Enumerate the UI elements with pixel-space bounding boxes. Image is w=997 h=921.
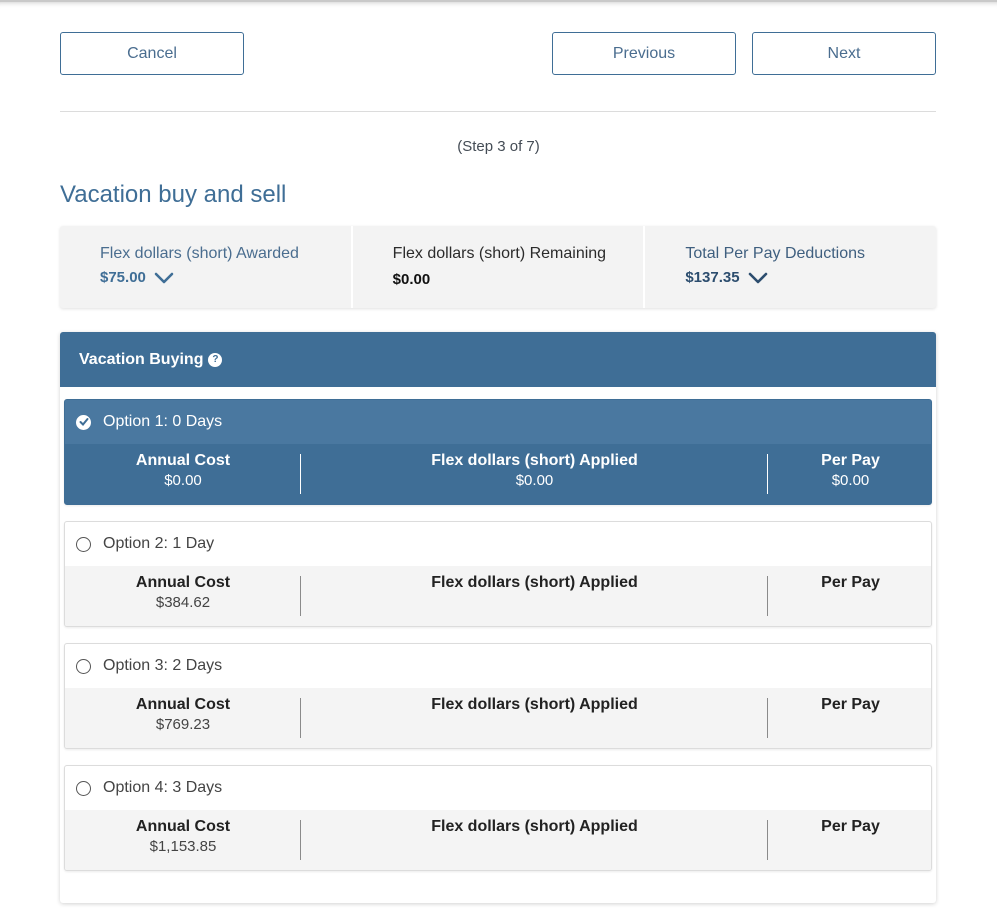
divider [60, 111, 936, 112]
flex-applied-cell: Flex dollars (short) Applied [301, 818, 768, 838]
summary-remaining: Flex dollars (short) Remaining $0.00 [353, 226, 646, 308]
panel-title: Vacation Buying [79, 350, 204, 368]
option-header[interactable]: Option 3: 2 Days [65, 644, 931, 688]
step-indicator: (Step 3 of 7) [457, 138, 540, 155]
flex-applied-header: Flex dollars (short) Applied [431, 452, 638, 469]
flex-applied-value: $0.00 [515, 472, 554, 489]
annual-cost-cell: Annual Cost $384.62 [65, 574, 301, 611]
wizard-nav: Cancel Previous Next [60, 32, 936, 76]
annual-cost-header: Annual Cost [135, 452, 231, 469]
option-label: Option 2: 1 Day [103, 535, 215, 552]
panel-header: Vacation Buying ? [60, 332, 936, 387]
cancel-button[interactable]: Cancel [60, 32, 244, 75]
per-pay-value: $0.00 [831, 472, 870, 489]
option-details: Annual Cost $384.62 Flex dollars (short)… [65, 566, 931, 626]
option-card[interactable]: Option 3: 2 Days Annual Cost $769.23 Fle… [64, 643, 932, 749]
radio-unchecked-icon[interactable] [76, 780, 91, 796]
awarded-value-toggle[interactable]: $75.00 [100, 269, 174, 286]
awarded-value: $75.00 [100, 269, 146, 286]
per-pay-cell: Per Pay [768, 696, 931, 716]
summary-bar: Flex dollars (short) Awarded $75.00 Flex… [60, 226, 936, 308]
remaining-label: Flex dollars (short) Remaining [392, 245, 607, 262]
annual-cost-header: Annual Cost [135, 696, 231, 713]
flex-applied-header: Flex dollars (short) Applied [431, 696, 638, 713]
radio-unchecked-icon[interactable] [76, 658, 91, 674]
option-card[interactable]: Option 1: 0 Days Annual Cost $0.00 Flex … [64, 399, 932, 505]
chevron-down-icon[interactable] [154, 271, 174, 285]
flex-applied-cell: Flex dollars (short) Applied [301, 696, 768, 716]
chevron-down-icon[interactable] [748, 271, 768, 285]
annual-cost-value: $769.23 [155, 716, 211, 733]
page-title: Vacation buy and sell [60, 181, 287, 208]
option-details: Annual Cost $769.23 Flex dollars (short)… [65, 688, 931, 748]
radio-checked-icon[interactable] [76, 414, 91, 430]
flex-applied-cell: Flex dollars (short) Applied [301, 574, 768, 594]
per-pay-cell: Per Pay $0.00 [768, 452, 931, 489]
per-pay-header: Per Pay [821, 818, 880, 835]
deductions-value: $137.35 [685, 269, 740, 286]
option-header[interactable]: Option 1: 0 Days [65, 400, 931, 444]
per-pay-header: Per Pay [821, 452, 880, 469]
option-card[interactable]: Option 4: 3 Days Annual Cost $1,153.85 F… [64, 765, 932, 871]
per-pay-cell: Per Pay [768, 574, 931, 594]
option-card[interactable]: Option 2: 1 Day Annual Cost $384.62 Flex… [64, 521, 932, 627]
option-details: Annual Cost $1,153.85 Flex dollars (shor… [65, 810, 931, 870]
annual-cost-value: $0.00 [164, 472, 202, 489]
vacation-buying-panel: Vacation Buying ? Option 1: 0 Days Annua… [60, 332, 936, 903]
option-header[interactable]: Option 4: 3 Days [65, 766, 931, 810]
summary-awarded[interactable]: Flex dollars (short) Awarded $75.00 [60, 226, 353, 308]
option-label: Option 3: 2 Days [103, 657, 223, 674]
next-button[interactable]: Next [752, 32, 936, 75]
flex-applied-header: Flex dollars (short) Applied [431, 574, 638, 591]
flex-applied-header: Flex dollars (short) Applied [431, 818, 638, 835]
annual-cost-value: $1,153.85 [149, 838, 217, 855]
deductions-label: Total Per Pay Deductions [685, 245, 865, 262]
question-circle-icon[interactable]: ? [208, 352, 223, 367]
option-header[interactable]: Option 2: 1 Day [65, 522, 931, 566]
option-label: Option 1: 0 Days [103, 413, 223, 430]
annual-cost-header: Annual Cost [135, 574, 231, 591]
radio-unchecked-icon[interactable] [76, 536, 91, 552]
flex-applied-cell: Flex dollars (short) Applied $0.00 [301, 452, 768, 489]
per-pay-header: Per Pay [821, 574, 880, 591]
awarded-label: Flex dollars (short) Awarded [100, 245, 299, 262]
annual-cost-cell: Annual Cost $769.23 [65, 696, 301, 733]
previous-button[interactable]: Previous [552, 32, 736, 75]
annual-cost-cell: Annual Cost $0.00 [65, 452, 301, 489]
per-pay-cell: Per Pay [768, 818, 931, 838]
per-pay-header: Per Pay [821, 696, 880, 713]
deductions-value-toggle[interactable]: $137.35 [685, 269, 767, 286]
annual-cost-value: $384.62 [155, 594, 211, 611]
annual-cost-header: Annual Cost [135, 818, 231, 835]
remaining-value: $0.00 [392, 271, 431, 288]
option-details: Annual Cost $0.00 Flex dollars (short) A… [65, 444, 931, 504]
summary-deductions[interactable]: Total Per Pay Deductions $137.35 [645, 226, 936, 308]
option-label: Option 4: 3 Days [103, 779, 223, 796]
annual-cost-cell: Annual Cost $1,153.85 [65, 818, 301, 855]
